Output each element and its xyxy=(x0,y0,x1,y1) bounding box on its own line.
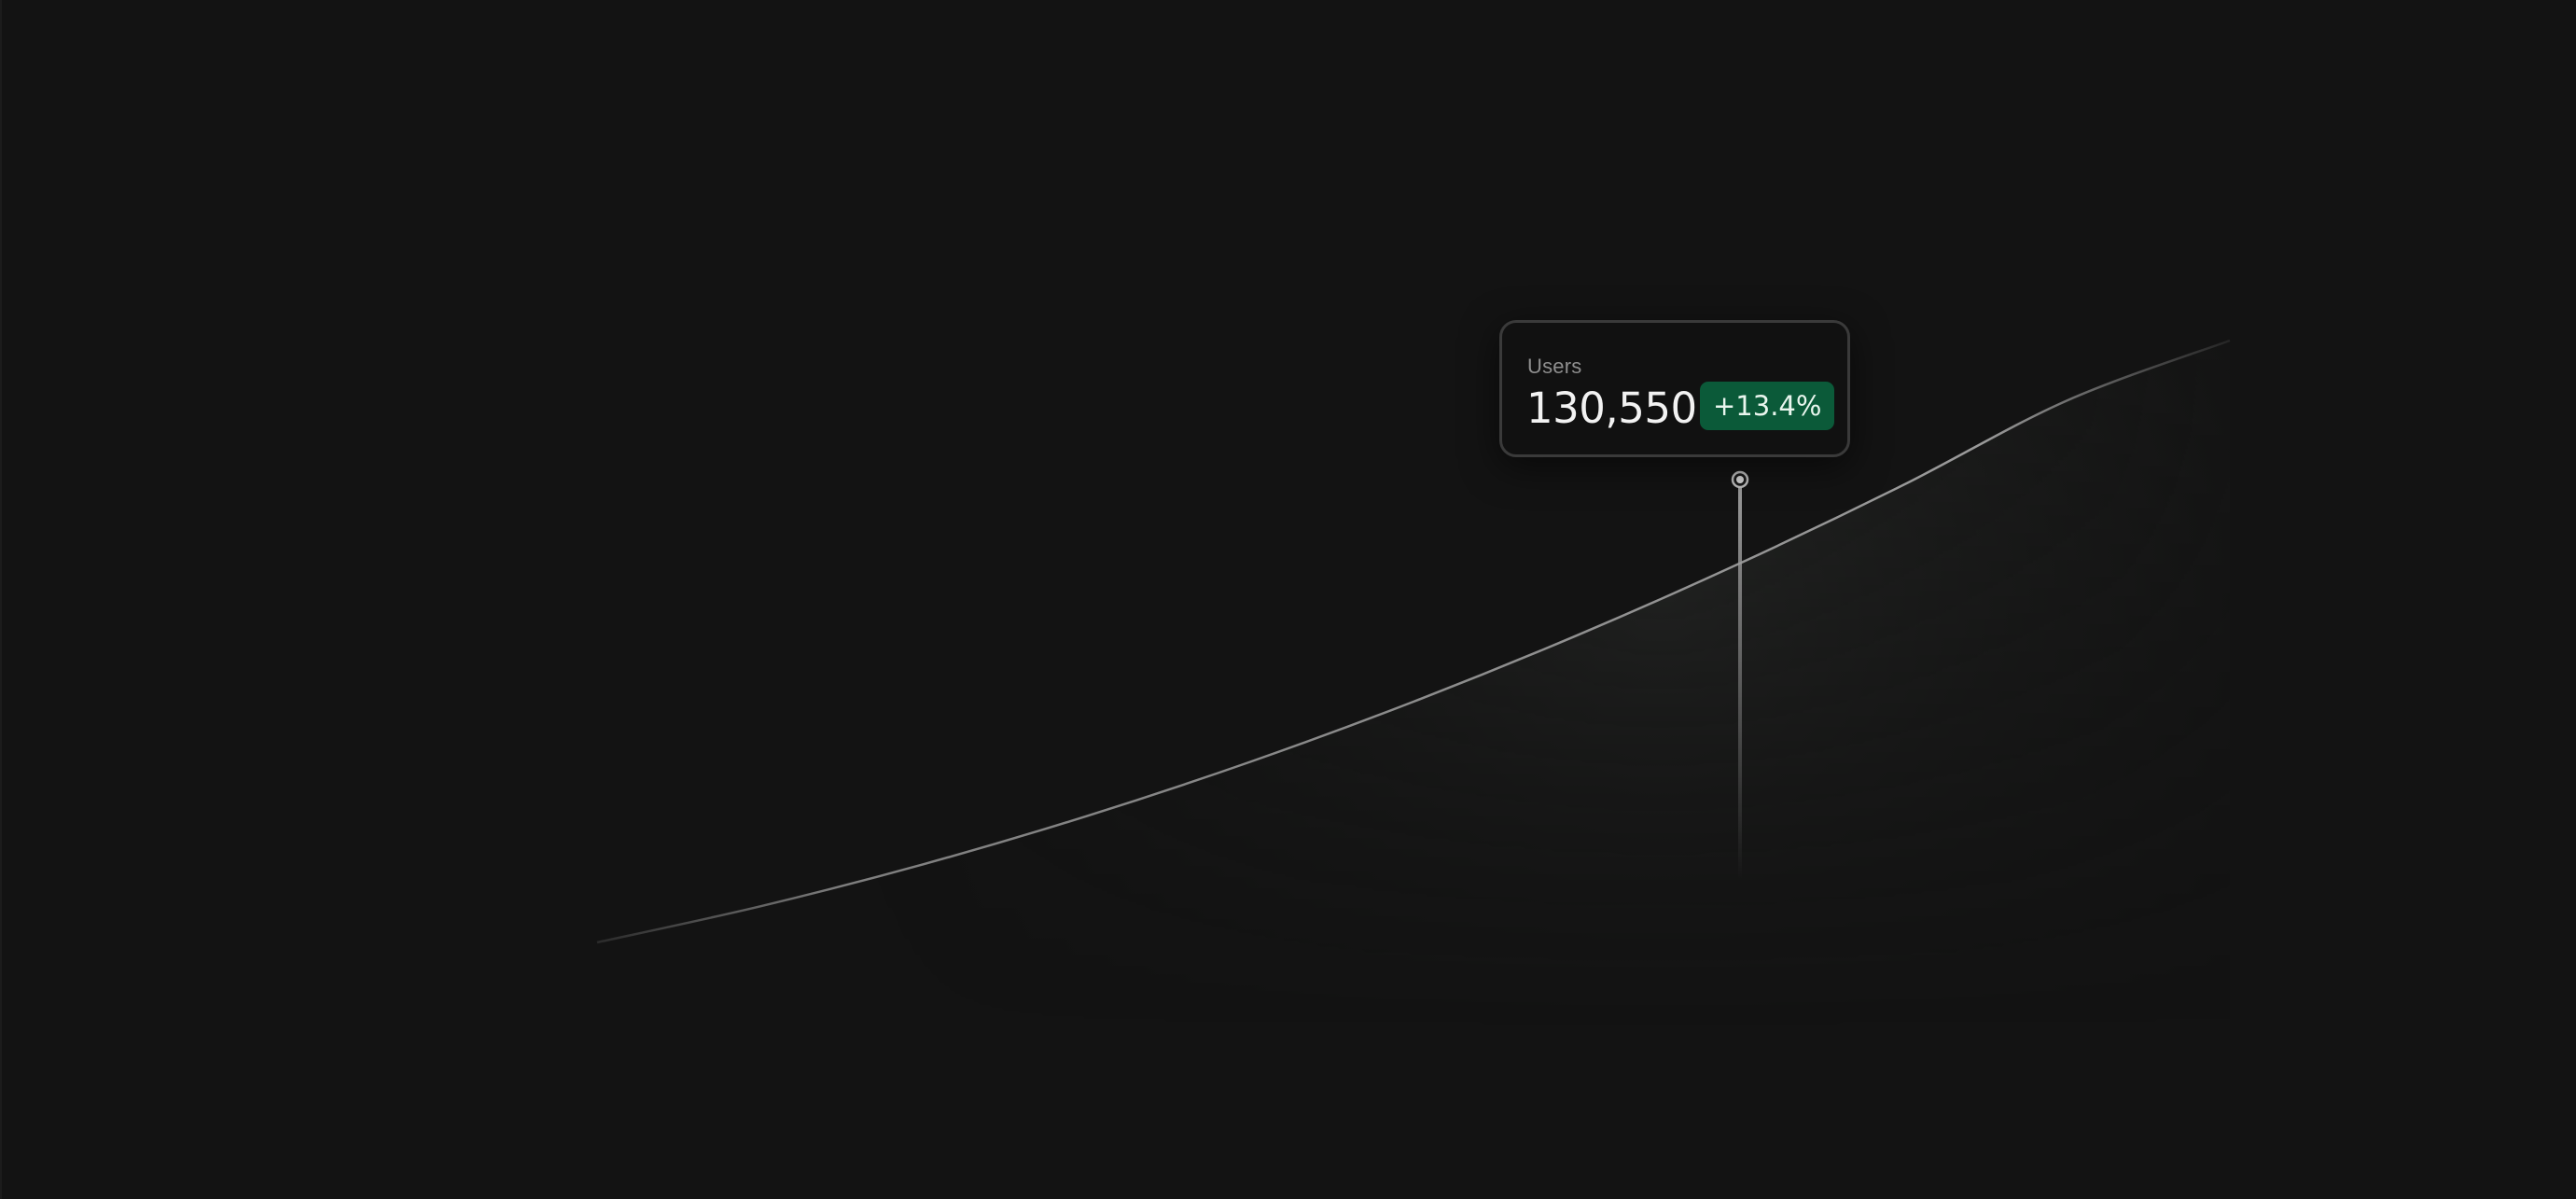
tooltip-label: Users xyxy=(1527,355,1582,378)
users-area-chart xyxy=(596,339,2231,1026)
chart-canvas: Users 130,550 +13.4% xyxy=(0,0,2576,1199)
highlight-guide-line xyxy=(1738,487,1742,879)
users-tooltip: Users 130,550 +13.4% xyxy=(1499,320,1850,457)
change-badge: +13.4% xyxy=(1700,382,1835,430)
highlight-marker-core xyxy=(1736,476,1744,483)
tooltip-value: 130,550 xyxy=(1526,383,1697,433)
area-fill xyxy=(597,341,2230,1026)
